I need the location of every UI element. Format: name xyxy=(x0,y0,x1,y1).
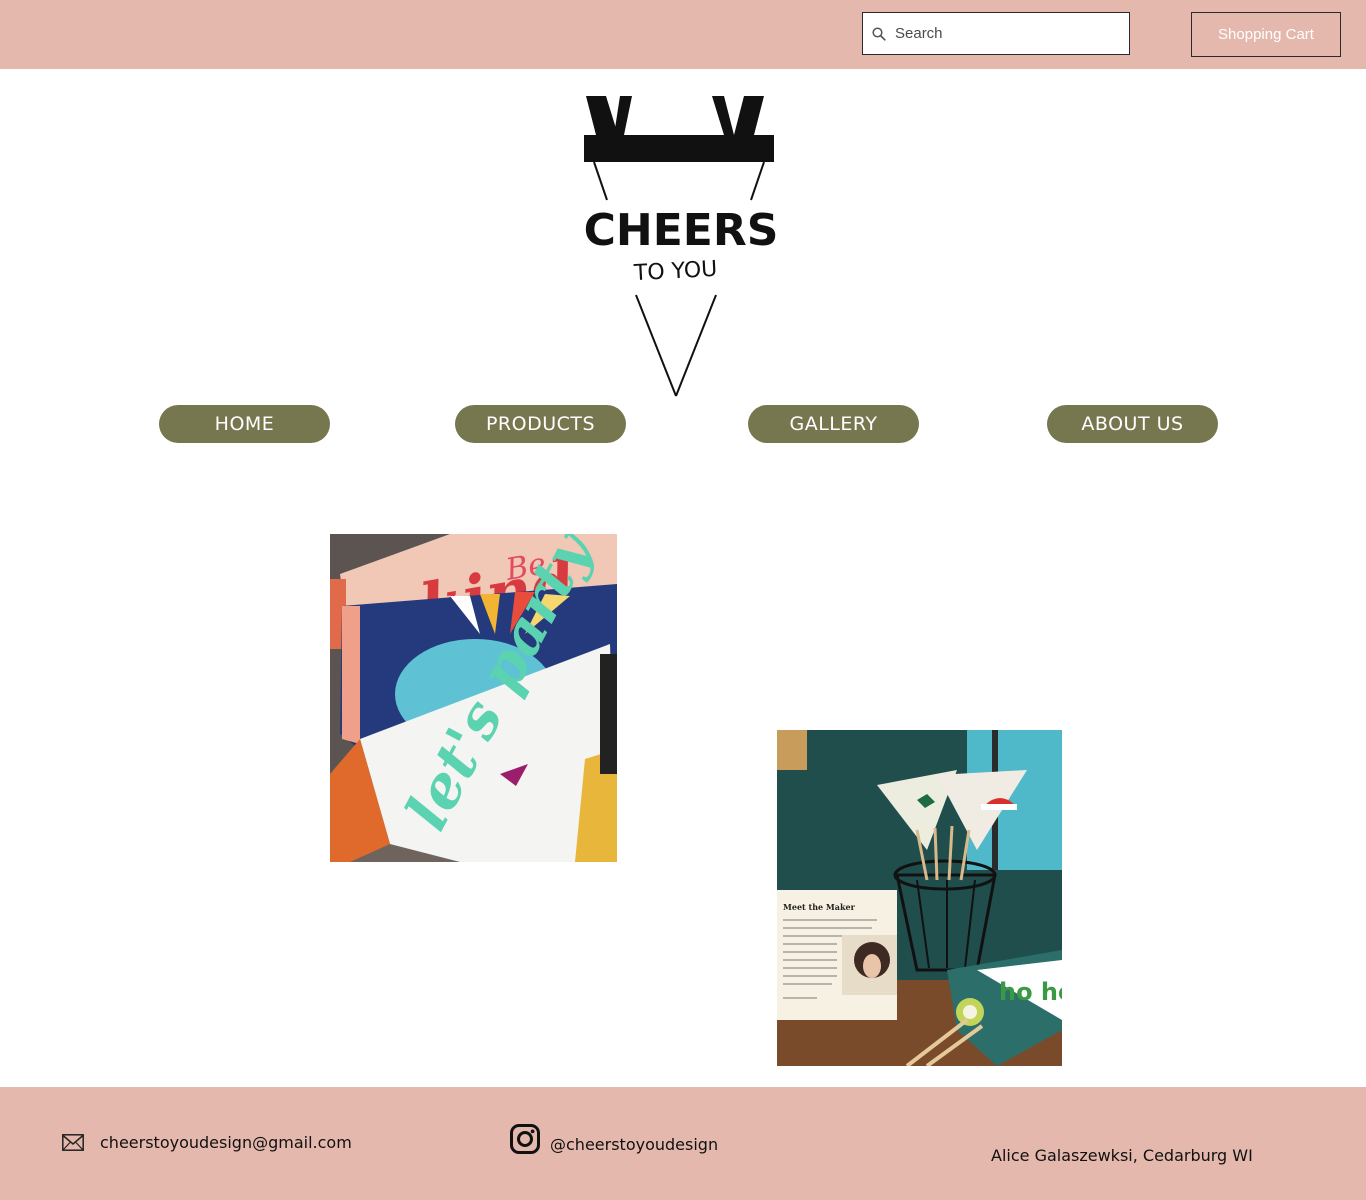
top-bar: Shopping Cart xyxy=(0,0,1366,69)
maker-display-photo[interactable]: Meet the Maker ho ho xyxy=(777,730,1062,1066)
search-input[interactable] xyxy=(895,13,1125,54)
footer: cheerstoyoudesign@gmail.com @cheerstoyou… xyxy=(0,1087,1366,1200)
footer-instagram-link[interactable]: @cheerstoyoudesign xyxy=(550,1135,718,1154)
mail-icon[interactable] xyxy=(62,1134,84,1151)
logo-subtitle: TO YOU xyxy=(632,257,718,286)
pennants-photo[interactable]: Be kind let's party xyxy=(330,534,617,862)
footer-email-link[interactable]: cheerstoyoudesign@gmail.com xyxy=(100,1133,352,1152)
nav-home[interactable]: HOME xyxy=(159,405,330,443)
cheers-to-you-logo[interactable]: CHEERS TO YOU xyxy=(574,90,789,400)
photo2-card-title: Meet the Maker xyxy=(783,902,856,912)
shopping-cart-button[interactable]: Shopping Cart xyxy=(1191,12,1341,57)
logo-title: CHEERS xyxy=(584,205,779,256)
search-icon xyxy=(872,27,886,41)
nav-about-us[interactable]: ABOUT US xyxy=(1047,405,1218,443)
svg-text:ho ho: ho ho xyxy=(999,978,1062,1006)
footer-location: Alice Galaszewksi, Cedarburg WI xyxy=(991,1146,1253,1165)
nav-products[interactable]: PRODUCTS xyxy=(455,405,626,443)
instagram-icon[interactable] xyxy=(510,1124,540,1154)
search-box[interactable] xyxy=(862,12,1130,55)
nav-gallery[interactable]: GALLERY xyxy=(748,405,919,443)
